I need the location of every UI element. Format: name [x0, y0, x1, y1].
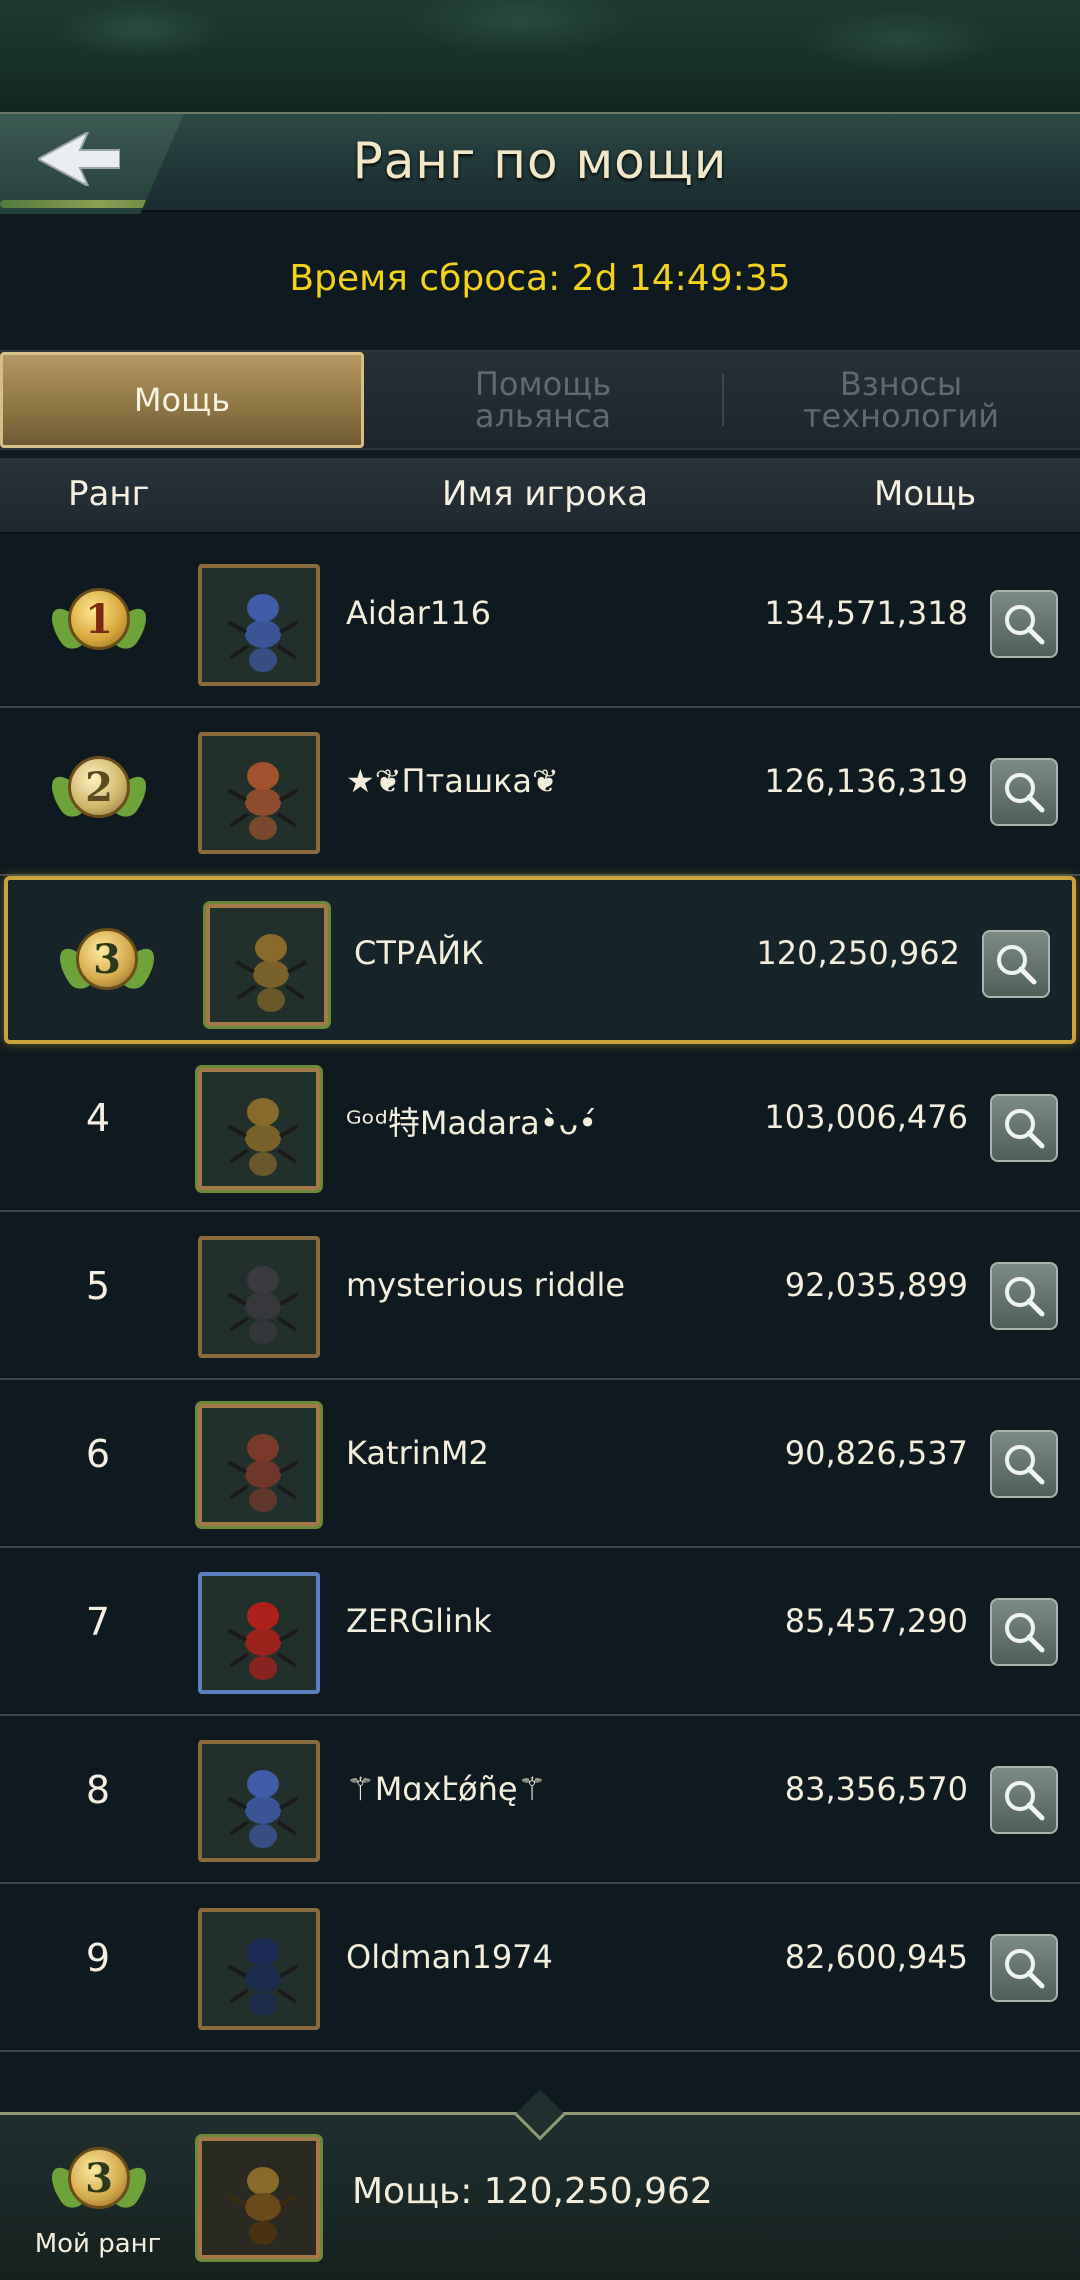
tab-tech-contributions-label: Взносы технологий	[802, 365, 1000, 435]
magnifier-icon	[1005, 1949, 1045, 1989]
rank-number: 8	[85, 1768, 111, 1812]
player-power: 92,035,899	[784, 1266, 968, 1304]
ranking-row[interactable]: 7 ZERGlink 85,457,290	[0, 1548, 1080, 1716]
my-power: Мощь: 120,250,962	[352, 2171, 713, 2212]
rank-number: 9	[85, 1936, 111, 1980]
medal-number: 3	[76, 928, 138, 990]
player-name: KatrinM2	[346, 1434, 489, 1472]
column-header: Ранг Имя игрока Мощь	[0, 458, 1080, 534]
reset-timer: Время сброса: 2d 14:49:35	[289, 258, 791, 299]
tab-power[interactable]: Мощь	[0, 352, 364, 448]
ant-icon	[227, 2167, 299, 2245]
rank-number: 4	[85, 1096, 111, 1140]
ant-icon	[227, 1938, 299, 2016]
rank-number: 7	[85, 1600, 111, 1644]
player-avatar[interactable]	[206, 904, 328, 1026]
ant-icon	[227, 1266, 299, 1344]
player-avatar[interactable]	[198, 1236, 320, 1358]
player-power: 85,457,290	[784, 1602, 968, 1640]
medal-number: 2	[68, 756, 130, 818]
rank-number: 6	[85, 1432, 111, 1476]
top-background	[0, 0, 1080, 112]
ant-icon	[227, 1602, 299, 1680]
ant-icon	[227, 1770, 299, 1848]
rank-number: 5	[85, 1264, 111, 1308]
rank-medal: 3	[51, 916, 163, 1006]
player-name: Oldman1974	[346, 1938, 553, 1976]
player-power: 103,006,476	[764, 1098, 968, 1136]
inspect-button[interactable]	[990, 1094, 1058, 1162]
ranking-row[interactable]: 2 ★❦Пташка❦ 126,136,319	[0, 708, 1080, 876]
player-name: СТРАЙК	[354, 934, 484, 972]
tab-alliance-help-label: Помощь альянса	[474, 365, 612, 435]
tab-alliance-help[interactable]: Помощь альянса	[364, 352, 722, 448]
vine-decoration	[0, 200, 184, 208]
ant-icon	[227, 1434, 299, 1512]
column-power: Мощь	[874, 474, 977, 514]
ranking-row[interactable]: 5 mysterious riddle 92,035,899	[0, 1212, 1080, 1380]
medal-number: 3	[68, 2147, 130, 2209]
player-power: 120,250,962	[756, 934, 960, 972]
ant-icon	[227, 762, 299, 840]
rank-medal: 2	[43, 744, 155, 834]
player-avatar[interactable]	[198, 1740, 320, 1862]
ranking-row[interactable]: 6 KatrinM2 90,826,537	[0, 1380, 1080, 1548]
header-bar: Ранг по мощи	[0, 112, 1080, 214]
column-rank: Ранг	[68, 474, 150, 514]
tab-bar: Мощь Помощь альянса Взносы технологий	[0, 350, 1080, 450]
player-power: 90,826,537	[784, 1434, 968, 1472]
player-name: ZERGlink	[346, 1602, 492, 1640]
magnifier-icon	[1005, 1781, 1045, 1821]
magnifier-icon	[1005, 1277, 1045, 1317]
player-avatar[interactable]	[198, 1908, 320, 2030]
inspect-button[interactable]	[990, 758, 1058, 826]
page-title: Ранг по мощи	[352, 132, 728, 190]
inspect-button[interactable]	[990, 590, 1058, 658]
ranking-row[interactable]: 1 Aidar116 134,571,318	[0, 540, 1080, 708]
inspect-button[interactable]	[990, 1766, 1058, 1834]
inspect-button[interactable]	[990, 1934, 1058, 2002]
magnifier-icon	[1005, 605, 1045, 645]
inspect-button[interactable]	[990, 1430, 1058, 1498]
player-name: Aidar116	[346, 594, 491, 632]
player-avatar[interactable]	[198, 732, 320, 854]
player-avatar[interactable]	[198, 564, 320, 686]
magnifier-icon	[997, 945, 1037, 985]
inspect-button[interactable]	[990, 1598, 1058, 1666]
my-rank-label: Мой ранг	[34, 2229, 162, 2259]
ranking-row[interactable]: 8 ⚚Mɑxէǿñę⚚ 83,356,570	[0, 1716, 1080, 1884]
ant-icon	[227, 594, 299, 672]
player-avatar[interactable]	[198, 1572, 320, 1694]
medal-number: 1	[68, 588, 130, 650]
magnifier-icon	[1005, 1445, 1045, 1485]
player-name: ᴳᵒᵈ特Madara•̀ᴗ•́	[346, 1104, 598, 1142]
player-name: ★❦Пташка❦	[346, 762, 559, 800]
magnifier-icon	[1005, 773, 1045, 813]
ant-icon	[227, 1098, 299, 1176]
player-avatar[interactable]	[198, 1068, 320, 1190]
player-power: 83,356,570	[784, 1770, 968, 1808]
ranking-row[interactable]: 4 ᴳᵒᵈ特Madara•̀ᴗ•́ 103,006,476	[0, 1044, 1080, 1212]
rank-medal: 1	[43, 576, 155, 666]
column-player-name: Имя игрока	[442, 474, 649, 514]
ranking-row[interactable]: 3 СТРАЙК 120,250,962	[4, 876, 1076, 1044]
ranking-row[interactable]: 9 Oldman1974 82,600,945	[0, 1884, 1080, 2052]
player-name: ⚚Mɑxէǿñę⚚	[346, 1770, 547, 1808]
player-power: 126,136,319	[764, 762, 968, 800]
player-power: 82,600,945	[784, 1938, 968, 1976]
tab-tech-contributions[interactable]: Взносы технологий	[722, 352, 1080, 448]
my-rank-medal: 3	[43, 2135, 155, 2225]
ant-icon	[235, 934, 307, 1012]
player-avatar[interactable]	[198, 1404, 320, 1526]
my-rank-bar: 3 Мой ранг Мощь: 120,250,962	[0, 2089, 1080, 2280]
inspect-button[interactable]	[982, 930, 1050, 998]
player-name: mysterious riddle	[346, 1266, 626, 1304]
inspect-button[interactable]	[990, 1262, 1058, 1330]
player-power: 134,571,318	[764, 594, 968, 632]
magnifier-icon	[1005, 1109, 1045, 1149]
my-avatar[interactable]	[198, 2137, 320, 2259]
magnifier-icon	[1005, 1613, 1045, 1653]
ranking-list: 1 Aidar116 134,571,318 2 ★❦Пташка❦ 126,1…	[0, 540, 1080, 2108]
